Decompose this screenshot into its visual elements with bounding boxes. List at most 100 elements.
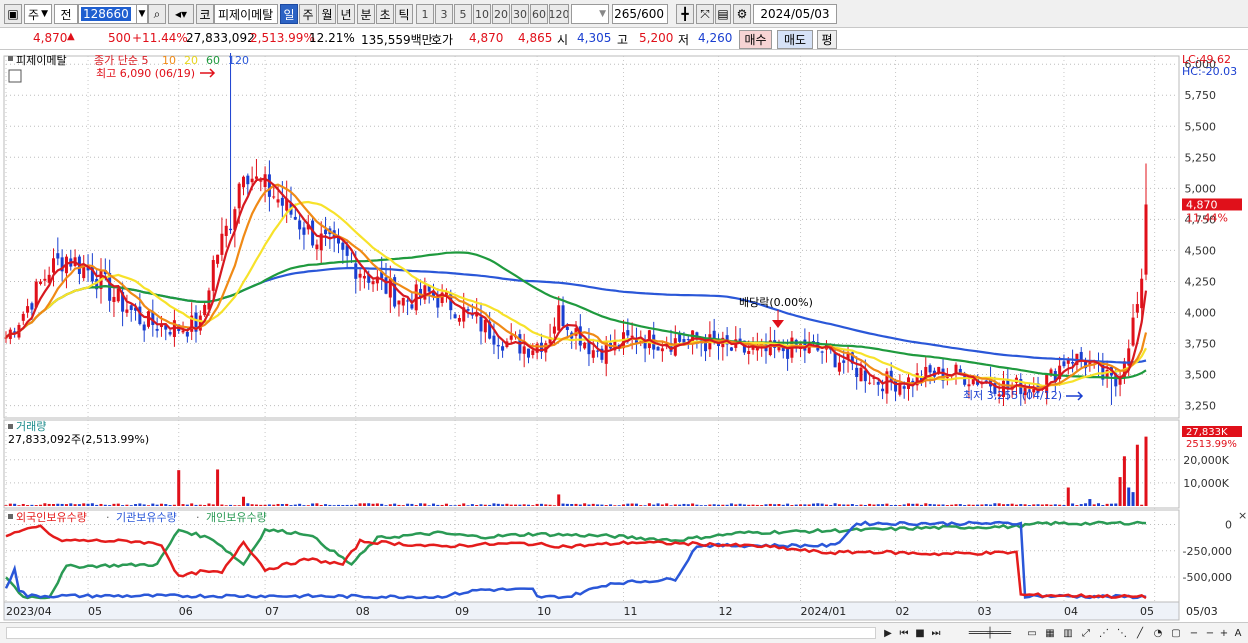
tool-icon-6[interactable]: ⋱ [1114,625,1130,641]
interval-10[interactable]: 10 [473,4,491,24]
period-second[interactable]: 초 [376,4,394,24]
volume-bar [298,503,302,506]
current-price: 4,870 [33,31,68,45]
volume-bar [699,505,703,506]
period-year[interactable]: 년 [337,4,355,24]
volume-bar [358,503,362,506]
tool-icon-7[interactable]: ╱ [1132,625,1148,641]
candle-body [876,382,880,385]
volume-bar [177,470,181,506]
legend-sep-2: · [196,511,200,524]
horizontal-scrollbar[interactable] [6,627,876,639]
period-minute[interactable]: 분 [357,4,375,24]
volume-bar [1118,477,1122,506]
volume-bar [116,503,120,506]
candle-body [902,386,906,389]
volume-bar [34,505,38,506]
tool-icon-4[interactable]: ⤢ [1078,625,1094,641]
volume-bar [647,503,651,506]
tool-icon-9[interactable]: ▢ [1168,625,1184,641]
range-select[interactable]: 전 [54,4,78,24]
save-icon[interactable]: ▤ [715,4,731,24]
price-tick-label: 4,500 [1185,244,1217,257]
interval-dropdown[interactable]: ▼ [571,4,609,24]
period-week[interactable]: 주 [299,4,317,24]
time-axis-label: 11 [624,605,638,618]
stock-code-input[interactable]: 128660 [78,4,144,24]
candle-body [406,300,410,302]
sell-button[interactable]: 매도 [777,30,813,49]
interval-60[interactable]: 60 [530,4,548,24]
candle-body [578,326,582,346]
interval-1[interactable]: 1 [416,4,434,24]
grid-toggle-icon [8,69,22,83]
period-day[interactable]: 일 [280,4,298,24]
volume-bar [164,504,168,506]
tool-icon-2[interactable]: ▦ [1042,625,1058,641]
crosshair-icon[interactable]: ⤧ [696,4,714,24]
candle-body [1144,204,1148,275]
volume-bar [820,503,824,506]
zoom-slider[interactable]: ═══╪═══ [960,625,1020,641]
candle-body [254,176,258,179]
tool-icon-8[interactable]: ◔ [1150,625,1166,641]
volume-bar [811,503,816,506]
candle-body [868,382,872,384]
volume-bar [121,505,125,506]
count-input[interactable]: 265/600 [612,4,668,24]
zoom-out-icon[interactable]: − [1186,625,1202,641]
volume-bar [799,504,803,506]
tool-icon-1[interactable]: ▭ [1024,625,1040,641]
main-toolbar: ▣ 주 ▼ 전 128660 ▼ ⌕ ◂▾ 코 피제이메탈 일 주 월 년 분 초… [0,0,1248,28]
volume-bar [466,505,470,506]
volume-bar [419,503,423,506]
volume-bar [773,504,777,506]
period-tick[interactable]: 틱 [395,4,413,24]
volume-bar [786,503,790,506]
volume-bar [457,504,461,506]
buy-button[interactable]: 매수 [739,30,772,49]
font-size-icon[interactable]: A [1230,625,1246,641]
volume-bar [1075,505,1079,506]
interval-3[interactable]: 3 [435,4,453,24]
period-month[interactable]: 월 [318,4,336,24]
chart-area[interactable]: 6,0005,7505,5005,2505,0004,7504,5004,250… [0,50,1248,622]
freq-select[interactable]: 주 ▼ [24,4,52,24]
volume-bar [336,504,341,506]
volume-bar [77,504,81,506]
volume-bar [328,504,332,506]
volume-bar [902,504,906,506]
layout-icon[interactable]: ▣ [4,4,22,24]
candle-body [509,335,513,340]
interval-120[interactable]: 120 [549,4,569,24]
eval-button[interactable]: 평 [817,30,837,49]
speaker-icon[interactable]: ◂▾ [168,4,194,24]
search-icon[interactable]: ⌕ [148,4,166,24]
stop-icon[interactable]: ■ [912,625,928,641]
volume-bar [159,503,163,506]
code-dropdown-icon[interactable]: ▼ [136,4,148,24]
interval-30[interactable]: 30 [511,4,529,24]
fast-forward-icon[interactable]: ⏭ [928,625,944,641]
tool-icon-5[interactable]: ⋰ [1096,625,1112,641]
volume-bar [583,503,587,506]
settings-gear-icon[interactable]: ⚙ [733,4,751,24]
volume-bar [824,504,828,506]
candle-type-icon[interactable]: ╋ [676,4,694,24]
interval-5[interactable]: 5 [454,4,472,24]
volume-bar [941,504,945,506]
volume-bar [600,504,604,506]
tool-icon-3[interactable]: ▥ [1060,625,1076,641]
volume-bar [626,503,630,506]
volume-bar [708,504,712,506]
interval-20[interactable]: 20 [492,4,510,24]
scroll-right-icon[interactable]: ▶ [880,625,896,641]
volume-bar [630,503,634,506]
rewind-icon[interactable]: ⏮ [896,625,912,641]
volume-bar [937,504,941,506]
volume-bar [444,503,448,506]
volume-bar [293,504,297,506]
volume-bar [198,504,202,506]
date-input[interactable]: 2024/05/03 [753,4,837,24]
volume-bar [371,503,375,506]
